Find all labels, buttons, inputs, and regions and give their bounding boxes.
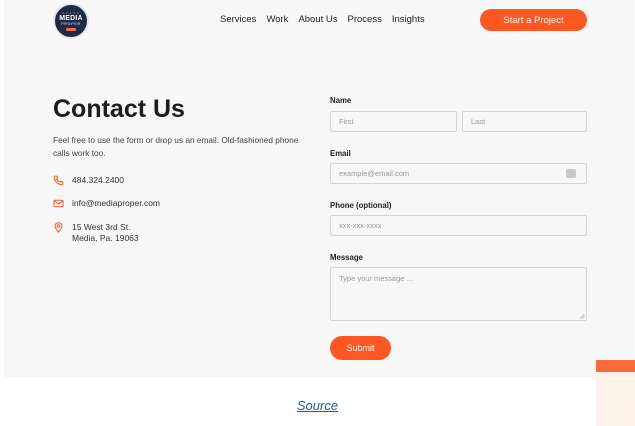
autofill-icon[interactable] bbox=[566, 169, 576, 178]
envelope-icon bbox=[53, 199, 64, 208]
last-name-input[interactable]: Last bbox=[462, 111, 587, 132]
source-caption: Source bbox=[0, 397, 635, 415]
logo-main-text: MEDIA bbox=[59, 15, 83, 22]
page-title: Contact Us bbox=[53, 95, 185, 123]
nav-item-services[interactable]: Services bbox=[220, 14, 256, 25]
message-placeholder: Type your message ... bbox=[339, 274, 413, 283]
nav-item-work[interactable]: Work bbox=[266, 14, 288, 25]
email-address[interactable]: info@mediaproper.com bbox=[72, 198, 160, 209]
address-line-1: 15 West 3rd St. bbox=[72, 222, 131, 232]
media-proper-logo[interactable]: ★★★★★ MEDIA PROPER bbox=[53, 3, 89, 39]
source-link[interactable]: Source bbox=[297, 398, 338, 413]
email-label: Email bbox=[330, 149, 351, 158]
phone-row[interactable]: 484.324.2400 bbox=[53, 175, 124, 186]
start-project-button[interactable]: Start a Project bbox=[480, 9, 587, 31]
nav-item-insights[interactable]: Insights bbox=[392, 14, 425, 25]
email-row[interactable]: info@mediaproper.com bbox=[53, 198, 160, 209]
address-block: 15 West 3rd St. Media, Pa. 19063 bbox=[72, 222, 139, 244]
submit-button[interactable]: Submit bbox=[330, 336, 391, 360]
first-name-input[interactable]: First bbox=[330, 111, 457, 132]
email-input[interactable]: example@email.com bbox=[330, 163, 587, 184]
message-textarea[interactable]: Type your message ... bbox=[330, 267, 587, 321]
logo-sub-text: PROPER bbox=[61, 22, 81, 26]
address-row: 15 West 3rd St. Media, Pa. 19063 bbox=[53, 222, 139, 244]
phone-label: Phone (optional) bbox=[330, 201, 392, 210]
name-label: Name bbox=[330, 96, 352, 105]
first-name-placeholder: First bbox=[339, 117, 354, 126]
logo-bar bbox=[66, 28, 76, 31]
phone-number[interactable]: 484.324.2400 bbox=[72, 175, 124, 186]
last-name-placeholder: Last bbox=[471, 117, 486, 126]
intro-text: Feel free to use the form or drop us an … bbox=[53, 135, 299, 158]
email-placeholder: example@email.com bbox=[339, 169, 410, 178]
main-nav: Services Work About Us Process Insights bbox=[220, 14, 425, 25]
nav-item-about-us[interactable]: About Us bbox=[298, 14, 337, 25]
nav-item-process[interactable]: Process bbox=[348, 14, 382, 25]
message-label: Message bbox=[330, 253, 363, 262]
phone-input[interactable]: xxx-xxx-xxxx bbox=[330, 215, 587, 236]
corner-decoration-accent bbox=[596, 360, 635, 372]
phone-icon bbox=[53, 175, 64, 186]
map-pin-icon bbox=[54, 222, 63, 233]
resize-handle-icon[interactable] bbox=[579, 313, 585, 319]
address-line-2: Media, Pa. 19063 bbox=[72, 233, 139, 243]
phone-placeholder: xxx-xxx-xxxx bbox=[339, 221, 382, 230]
